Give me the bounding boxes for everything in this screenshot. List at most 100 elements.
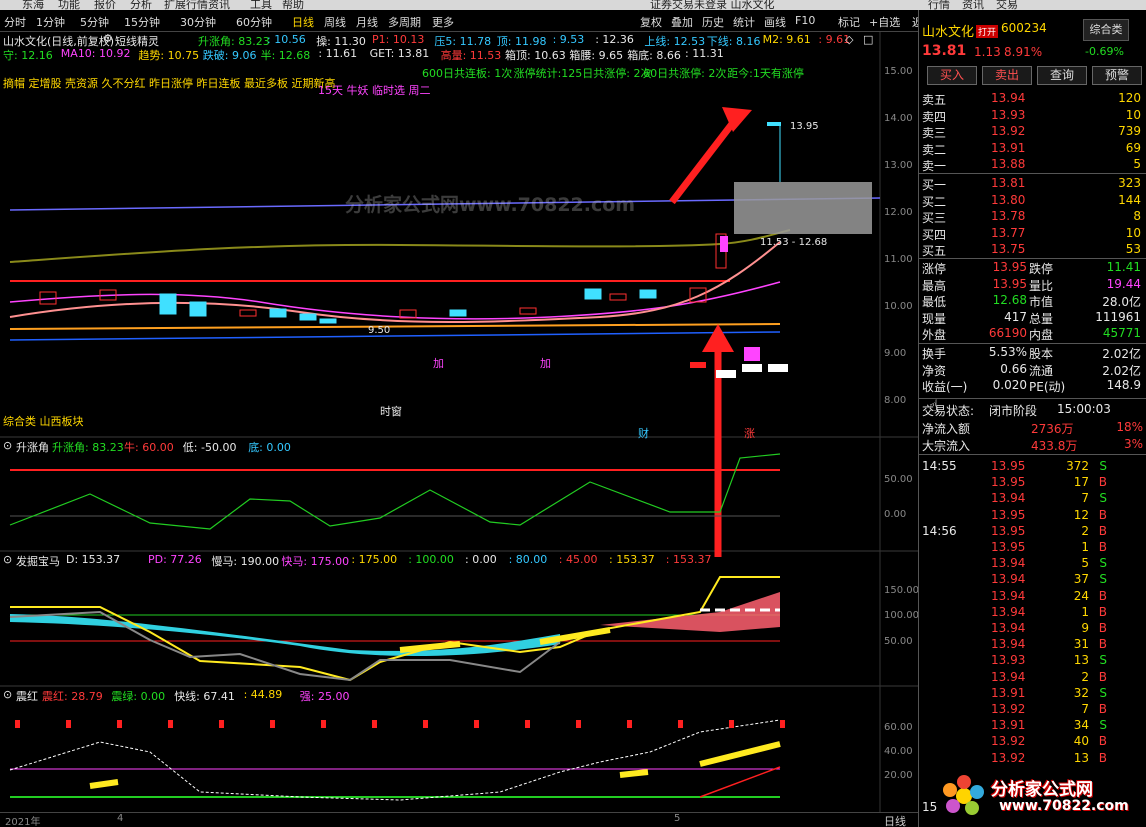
pane3-red-tick [321,720,326,728]
period-tab[interactable]: 日线 [292,14,314,30]
level-label: 买五 [922,244,947,258]
toolbar-button[interactable]: +自选 [869,14,900,30]
menu-right-item[interactable]: 交易 [996,0,1018,10]
trade-button[interactable]: 预警 [1092,66,1142,85]
level-volume: 69 [1125,140,1141,155]
mouse-cursor-icon: ☝ [929,396,939,415]
period-tab[interactable]: 周线 [324,14,346,30]
pane3-dotted-line [9,719,781,801]
toolbar-button[interactable]: 叠加 [671,14,693,30]
indicator-value: 震红: 28.79 [42,690,103,703]
tick-volume: 32 [1073,685,1089,700]
indicator-value: GET: 13.81 [369,47,430,60]
tick-side: B [1098,669,1107,684]
period-tab[interactable]: 多周期 [388,14,421,30]
pane2-name[interactable]: 发掘宝马 [16,553,60,569]
sell-row[interactable]: 卖三 13.92 739 [919,123,1146,141]
tick-side: B [1098,604,1107,619]
info-label: 现量 [922,311,947,326]
pane3-collapse-icon[interactable]: ⊙ [3,688,12,701]
pane3-red-tick [729,720,734,728]
pane3-name[interactable]: 震红 [16,688,38,704]
menu-item[interactable]: 扩展行情 [164,0,208,10]
info-label: 最低 [922,295,947,309]
menu-item[interactable]: 报价 [94,0,116,10]
tick-volume: 2 [1081,523,1089,538]
diamond-icon[interactable]: ◇ [845,33,853,46]
candle [609,293,627,301]
trade-button[interactable]: 买入 [927,66,977,85]
indicator-value: 底: 0.00 [248,441,291,454]
level-volume: 53 [1125,242,1141,256]
period-tab[interactable]: 5分钟 [80,14,109,30]
buy-row[interactable]: 买一 13.81 323 [919,175,1146,193]
trade-button[interactable]: 卖出 [982,66,1032,85]
logo-text: 分析家公式网 [991,780,1093,800]
period-tab[interactable]: 月线 [356,14,378,30]
tick-volume: 12 [1073,507,1089,522]
period-tab[interactable]: 更多 [432,14,454,30]
toolbar-button[interactable]: 标记 [838,14,860,30]
toolbar-button[interactable]: 复权 [640,14,662,30]
status-time: 15:00:03 [1057,402,1111,416]
period-tab[interactable]: 30分钟 [180,14,216,30]
period-tab[interactable]: 1分钟 [36,14,65,30]
period-label[interactable]: 日线 [884,813,906,827]
info-row: 收益(一) 0.020 PE(动) 148.9 [919,377,1146,395]
tick-row: 13.94 31 B [919,636,1146,652]
sector-button[interactable]: 综合类 [1083,19,1129,41]
menu-right-item[interactable]: 行情 [928,0,950,10]
tick-row: 13.95 1 B [919,539,1146,555]
white-marker [742,364,762,372]
info-row: 换手 5.53% 股本 2.02亿 [919,344,1146,362]
menu-item[interactable]: 功能 [58,0,80,10]
menu-item[interactable]: 资讯 [208,0,230,10]
menu-item[interactable]: 帮助 [282,0,304,10]
info-value: 2.02亿 [1102,347,1141,361]
chart-area[interactable]: 山水文化(日线,前复权) ⚙ 短线精灵 升涨角: 83.23: 10.56 操: … [0,32,919,812]
tick-price: 13.94 [991,491,1026,506]
level-price: 13.77 [991,225,1026,240]
tick-time: 14:55 [922,459,957,473]
axis-tick: 100.00 [884,610,919,621]
buy-row[interactable]: 买二 13.80 144 [919,192,1146,210]
divider [919,454,1146,455]
tick-row: 13.94 1 B [919,604,1146,620]
menu-item[interactable]: 工具 [250,0,272,10]
pane3-yellow-bar [89,779,119,789]
toolbar-button[interactable]: 历史 [702,14,724,30]
buy-row[interactable]: 买五 13.75 53 [919,241,1146,259]
period-tab[interactable]: 分时 [4,14,26,30]
sell-row[interactable]: 卖一 13.88 5 [919,156,1146,174]
menu-item[interactable]: 东海 [22,0,44,10]
toolbar-button[interactable]: 画线 [764,14,786,30]
pane1-name[interactable]: 升涨角 [16,439,49,455]
info-value: 5.53% [988,345,1027,359]
indicator-value: : 9.53 [552,33,585,46]
pane1-collapse-icon[interactable]: ⊙ [3,439,12,452]
period-tab[interactable]: 15分钟 [124,14,160,30]
expand-icon[interactable]: □ [863,33,873,46]
buy-row[interactable]: 买四 13.77 10 [919,225,1146,243]
level-label: 卖四 [922,109,947,124]
tick-side: B [1098,637,1107,652]
tick-volume: 372 [1066,459,1089,473]
trade-button[interactable]: 查询 [1037,66,1087,85]
toolbar-button[interactable]: 统计 [733,14,755,30]
info-value: 45771 [1102,326,1141,340]
menu-item[interactable]: 分析 [130,0,152,10]
level-price: 13.93 [991,107,1026,122]
pane2-collapse-icon[interactable]: ⊙ [3,553,12,566]
menu-right-item[interactable]: 资讯 [962,0,984,10]
red-block [690,362,706,368]
sell-row[interactable]: 卖二 13.91 69 [919,140,1146,158]
buy-row[interactable]: 买三 13.78 8 [919,208,1146,226]
info-value: 417 [1004,309,1027,324]
sell-row[interactable]: 卖四 13.93 10 [919,107,1146,125]
info-value: 13.95 [992,276,1027,291]
toolbar-button[interactable]: F10 [795,14,815,27]
sell-row[interactable]: 卖五 13.94 120 [919,90,1146,108]
tick-side: B [1098,702,1107,716]
gear-icon[interactable]: ⚙ [103,32,113,45]
period-tab[interactable]: 60分钟 [236,14,272,30]
